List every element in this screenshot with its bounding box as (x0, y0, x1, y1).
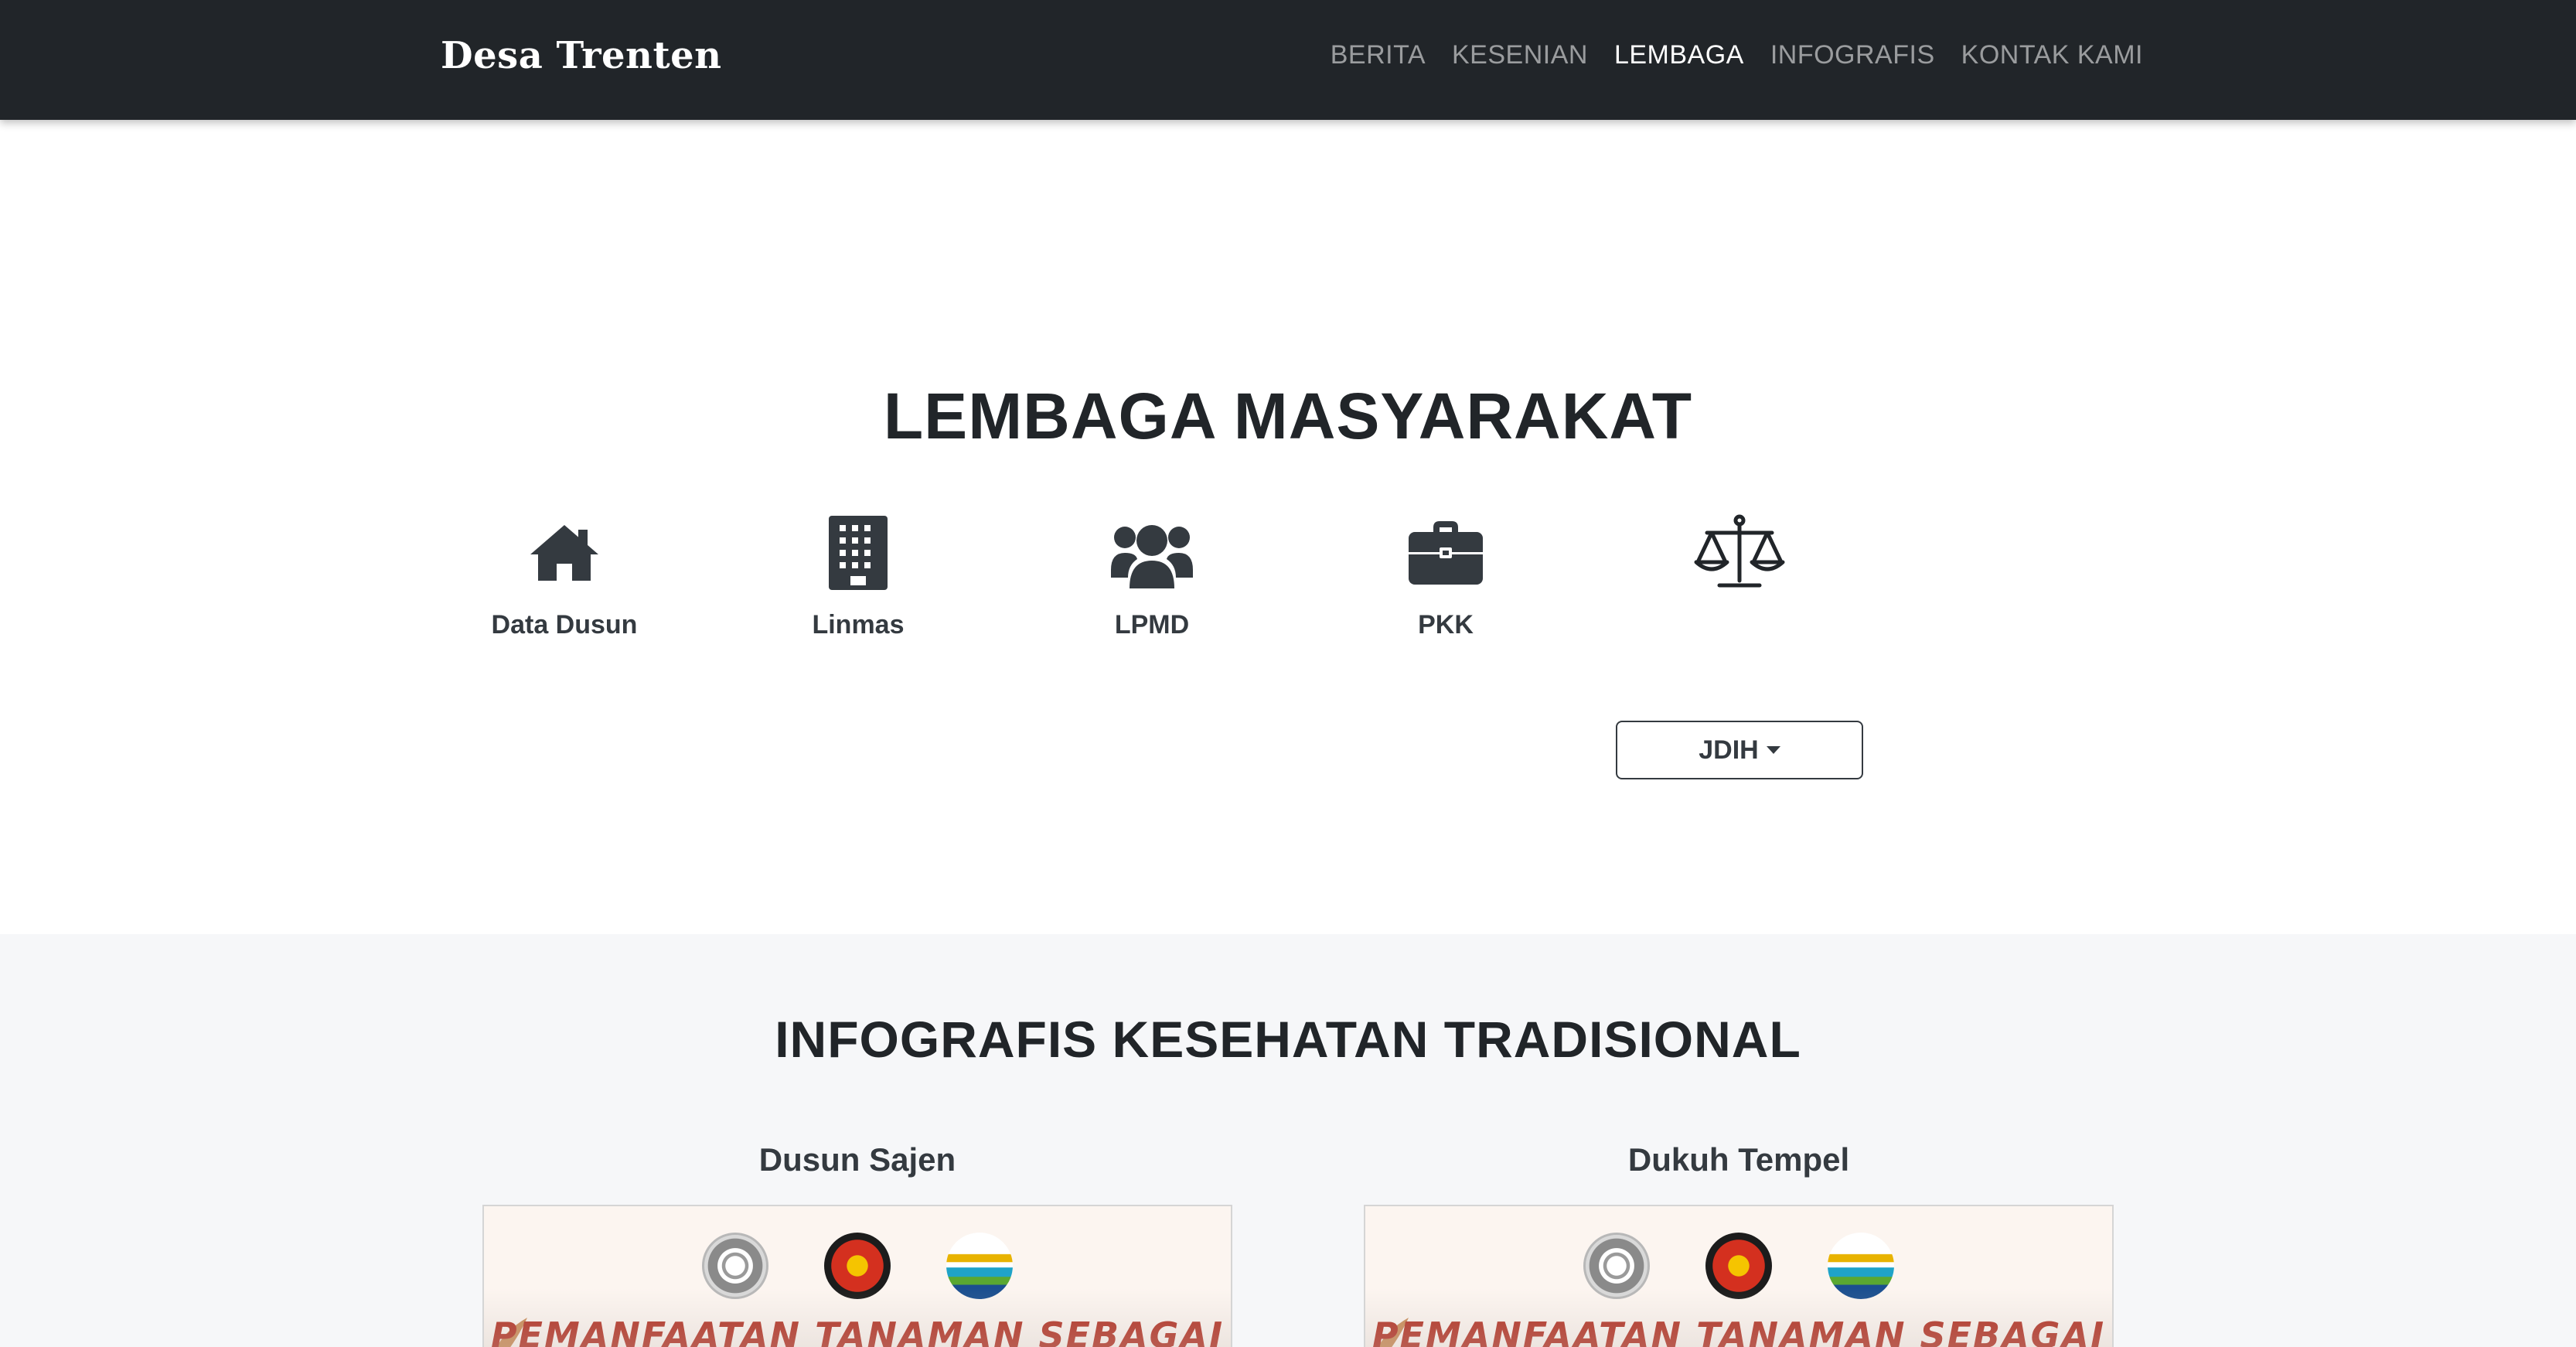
lembaga-item-label: PKK (1418, 610, 1474, 639)
brand-logo-text[interactable]: Desa Trenten (441, 34, 722, 77)
lembaga-item-data-dusun[interactable]: Data Dusun (441, 506, 688, 640)
main-nav: BERITA KESENIAN LEMBAGA INFOGRAFIS KONTA… (1331, 40, 2143, 70)
lembaga-section: LEMBAGA MASYARAKAT Data Dusun Linmas LPM… (0, 120, 2576, 934)
poster-heading: PEMANFAATAN TANAMAN SEBAGAI (490, 1315, 1225, 1347)
navbar: Desa Trenten BERITA KESENIAN LEMBAGA INF… (0, 0, 2576, 120)
nav-link-berita[interactable]: BERITA (1331, 40, 1426, 70)
infografis-title: INFOGRAFIS KESEHATAN TRADISIONAL (775, 1011, 1801, 1068)
infografis-card-dukuh-tempel[interactable]: PEMANFAATAN TANAMAN SEBAGAI (1364, 1205, 2114, 1347)
lembaga-item-label: LPMD (1114, 610, 1190, 639)
poster-heading: PEMANFAATAN TANAMAN SEBAGAI (1371, 1315, 2106, 1347)
poster-logos (484, 1233, 1231, 1299)
infografis-column-title: Dukuh Tempel (1627, 1141, 1850, 1178)
house-icon (441, 506, 688, 599)
university-seal-logo (1583, 1233, 1650, 1299)
nav-link-kontak-kami[interactable]: KONTAK KAMI (1961, 40, 2143, 70)
university-seal-logo (702, 1233, 768, 1299)
nav-link-infografis[interactable]: INFOGRAFIS (1770, 40, 1935, 70)
infografis-column-title: Dusun Sajen (758, 1141, 956, 1178)
jdih-dropdown-button[interactable]: JDIH (1616, 721, 1863, 779)
lembaga-title: LEMBAGA MASYARAKAT (883, 380, 1693, 452)
building-icon (734, 506, 982, 599)
jdih-item (1616, 506, 1863, 599)
lembaga-item-label: Data Dusun (491, 610, 638, 639)
nav-link-lembaga[interactable]: LEMBAGA (1614, 40, 1744, 70)
users-icon (1028, 506, 1276, 599)
lembaga-item-linmas[interactable]: Linmas (734, 506, 982, 640)
jdih-dropdown-label: JDIH (1699, 735, 1759, 765)
poster-logos (1365, 1233, 2112, 1299)
nav-link-kesenian[interactable]: KESENIAN (1452, 40, 1588, 70)
briefcase-icon (1322, 506, 1569, 599)
lembaga-item-lpmd[interactable]: LPMD (1028, 506, 1276, 640)
lembaga-item-pkk[interactable]: PKK (1322, 506, 1569, 640)
scale-icon (1616, 506, 1863, 599)
red-emblem-logo (1705, 1233, 1772, 1299)
infografis-card-dusun-sajen[interactable]: PEMANFAATAN TANAMAN SEBAGAI (482, 1205, 1232, 1347)
infografis-section: INFOGRAFIS KESEHATAN TRADISIONAL Dusun S… (0, 934, 2576, 1347)
red-emblem-logo (824, 1233, 891, 1299)
caret-down-icon (1766, 746, 1780, 754)
wave-emblem-logo (946, 1233, 1013, 1299)
lembaga-item-label: Linmas (812, 610, 905, 639)
wave-emblem-logo (1828, 1233, 1894, 1299)
